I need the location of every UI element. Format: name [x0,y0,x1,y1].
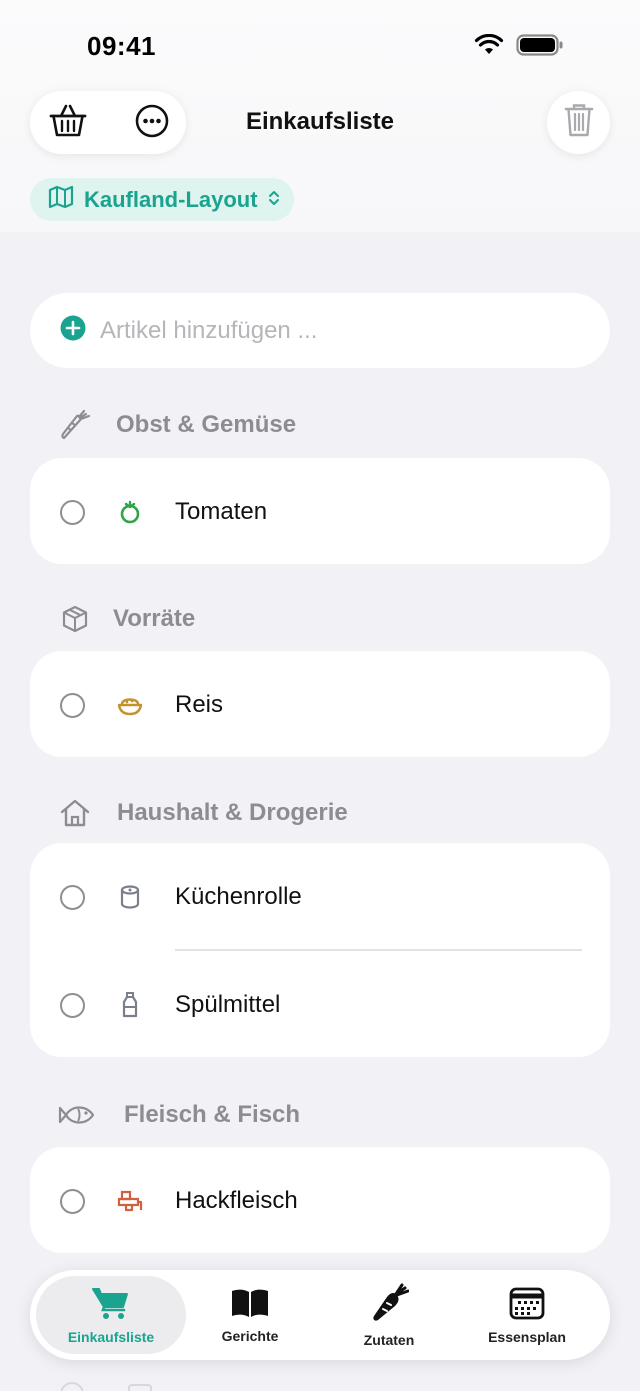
section-title: Fleisch & Fisch [124,1101,301,1128]
tab-label: Zutaten [363,1331,415,1348]
checkbox-circle[interactable] [60,693,85,718]
delete-button[interactable] [547,91,610,154]
section-card-produce: Tomaten [30,458,610,564]
checkbox-circle[interactable] [60,885,85,910]
store-layout-selector[interactable]: Kaufland-Layout [30,178,294,221]
calendar-icon [509,1286,545,1323]
tab-meal-plan[interactable]: Essensplan [452,1276,602,1354]
item-label: Küchenrolle [175,883,302,910]
plus-circle-icon [60,315,86,346]
paper-roll-icon [116,883,144,911]
trash-icon [564,102,594,143]
item-label: Reis [175,691,224,718]
tomato-icon [116,498,144,526]
item-label: Spülmittel [175,991,281,1018]
checkbox-circle[interactable] [60,1189,85,1214]
section-title: Haushalt & Drogerie [117,799,348,826]
list-item[interactable]: Küchenrolle [30,843,610,951]
house-icon [58,796,92,830]
box-icon [58,602,92,636]
item-label: Tomaten [175,498,268,525]
carrot-icon [58,408,92,442]
partially-hidden-section [58,1378,358,1391]
tab-label: Einkaufsliste [67,1328,155,1345]
tab-ingredients[interactable]: Zutaten [314,1276,464,1354]
battery-icon [516,34,564,61]
tab-label: Essensplan [488,1328,566,1345]
rice-bowl-icon [116,691,144,719]
list-item[interactable]: Reis [30,651,610,759]
section-title: Obst & Gemüse [116,411,297,438]
section-card-meat-fish: Hackfleisch [30,1147,610,1253]
store-layout-label: Kaufland-Layout [84,186,258,212]
checkbox-circle[interactable] [60,993,85,1018]
wifi-icon [474,33,504,61]
list-item[interactable]: Tomaten [30,458,610,566]
section-header-meat-fish: Fleisch & Fisch [58,1098,300,1132]
list-item[interactable]: Hackfleisch [30,1147,610,1255]
tab-dishes[interactable]: Gerichte [175,1276,325,1354]
section-card-household: Küchenrolle Spülmittel [30,843,610,1057]
add-item-input[interactable] [100,316,540,345]
chevron-up-down-icon [268,187,280,213]
section-header-household: Haushalt & Drogerie [58,796,348,830]
tab-bar: Einkaufsliste Gerichte Zutaten Essenspla… [30,1270,610,1360]
carrot-icon [369,1283,410,1326]
tab-label: Gerichte [221,1327,279,1344]
list-item[interactable]: Spülmittel [30,951,610,1059]
soap-bottle-icon [116,991,144,1019]
status-bar: 09:41 [0,0,640,90]
map-icon [48,185,74,215]
fish-icon [58,1098,98,1132]
meat-grinder-icon [116,1187,144,1215]
tab-shopping-list[interactable]: Einkaufsliste [36,1276,186,1354]
item-label: Hackfleisch [175,1187,298,1214]
status-icons [474,33,564,61]
checkbox-circle[interactable] [60,500,85,525]
cart-icon [92,1286,130,1323]
section-card-pantry: Reis [30,651,610,757]
page-title: Einkaufsliste [245,108,395,135]
section-header-produce: Obst & Gemüse [58,408,296,442]
add-item-field[interactable] [30,293,610,368]
status-time: 09:41 [87,31,156,61]
book-icon [230,1287,270,1322]
section-title: Vorräte [113,605,196,632]
section-header-pantry: Vorräte [58,602,195,636]
